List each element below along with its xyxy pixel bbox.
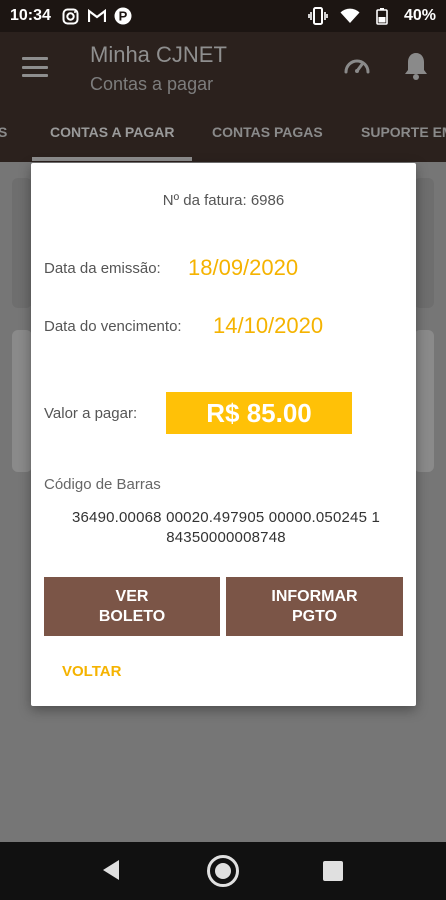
speedometer-icon[interactable]: [342, 50, 372, 80]
background-card: [12, 330, 32, 472]
back-button[interactable]: VOLTAR: [62, 663, 121, 680]
status-bar: 10:34 P 40%: [0, 0, 446, 32]
tab-indicator: [32, 157, 192, 161]
background-card: [414, 330, 434, 472]
tab-contas-pagas[interactable]: CONTAS PAGAS: [212, 124, 323, 140]
battery-percent: 40%: [403, 7, 436, 24]
invoice-dialog: Nº da fatura: 6986 Data da emissão: 18/0…: [31, 163, 416, 706]
battery-icon: [372, 6, 392, 26]
home-nav-icon[interactable]: [207, 855, 239, 887]
wifi-icon: [340, 6, 360, 26]
due-date-label: Data do vencimento:: [44, 318, 182, 335]
background-card: [414, 178, 434, 308]
due-date-value: 14/10/2020: [213, 313, 324, 338]
app-subtitle: Contas a pagar: [90, 74, 214, 94]
app-bar: Minha CJNET Contas a pagar: [0, 32, 446, 110]
app-title: Minha CJNET: [90, 42, 227, 67]
view-boleto-button[interactable]: VER BOLETO: [44, 577, 220, 636]
barcode-label: Código de Barras: [44, 476, 161, 493]
emission-date-value: 18/09/2020: [188, 255, 299, 280]
system-nav-bar: [0, 842, 446, 900]
tab-partial-left[interactable]: S: [0, 124, 7, 140]
p-app-icon: P: [113, 6, 133, 26]
invoice-number: Nº da fatura: 6986: [162, 192, 285, 209]
notifications-bell-icon[interactable]: [402, 50, 430, 82]
amount-value: R$ 85.00: [166, 392, 352, 434]
background-card: [12, 178, 32, 308]
tab-bar: S CONTAS A PAGAR CONTAS PAGAS SUPORTE EM: [0, 110, 446, 162]
barcode-value: 36490.00068 00020.497905 00000.050245 1 …: [71, 509, 381, 546]
svg-text:P: P: [119, 9, 128, 24]
instagram-icon: [61, 6, 81, 26]
emission-date-label: Data da emissão:: [44, 260, 161, 277]
back-nav-icon[interactable]: [101, 859, 121, 886]
menu-icon[interactable]: [22, 57, 48, 77]
inform-payment-button[interactable]: INFORMAR PGTO: [226, 577, 403, 636]
tab-suporte[interactable]: SUPORTE EM: [361, 124, 446, 140]
gmail-icon: [87, 6, 107, 26]
status-time: 10:34: [10, 7, 51, 24]
tab-contas-a-pagar[interactable]: CONTAS A PAGAR: [50, 124, 174, 140]
vibrate-icon: [308, 6, 328, 26]
recent-apps-icon[interactable]: [323, 861, 343, 881]
amount-label: Valor a pagar:: [44, 405, 138, 422]
